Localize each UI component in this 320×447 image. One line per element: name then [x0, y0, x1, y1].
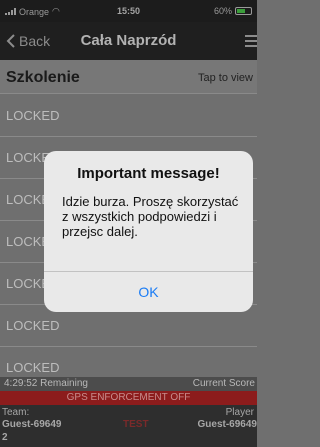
ok-button[interactable]: OK — [44, 272, 253, 312]
alert-dialog: Important message! Idzie burza. Proszę s… — [44, 151, 253, 312]
alert-title: Important message! — [77, 165, 220, 182]
alert-message: Idzie burza. Proszę skorzystać z wszystk… — [62, 194, 239, 239]
